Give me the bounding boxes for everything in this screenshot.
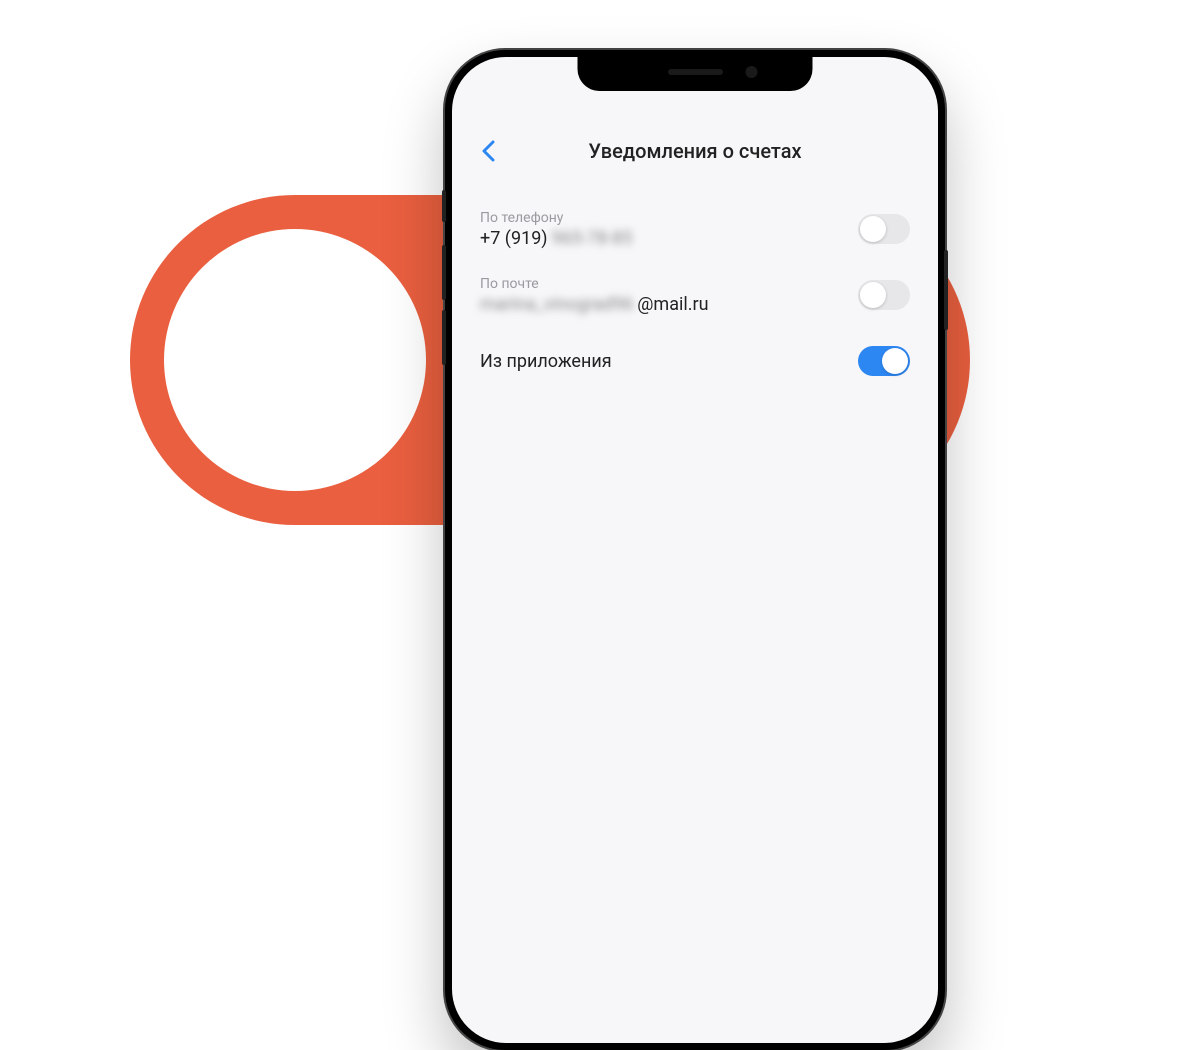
background-circle [164,229,426,491]
toggle-knob [882,348,908,374]
toggle-knob [860,216,886,242]
chevron-left-icon [481,140,495,162]
row-label: По телефону [480,210,858,226]
toggle-email[interactable] [858,280,910,310]
email-blurred: marina_vinograd96 [480,294,633,315]
row-app-notifications: Из приложения [480,341,910,381]
phone-notch [578,57,813,91]
row-phone-notifications: По телефону +7 (919) 965-78-85 [480,209,910,249]
row-label: По почте [480,276,858,292]
email-suffix: @mail.ru [637,294,708,315]
phone-blurred: 965-78-85 [552,228,633,249]
phone-button-power [944,250,948,330]
phone-button-mute [442,190,446,222]
toggle-phone[interactable] [858,214,910,244]
toggle-app[interactable] [858,346,910,376]
settings-list: По телефону +7 (919) 965-78-85 По почте [452,173,938,381]
phone-screen-container: Уведомления о счетах По телефону +7 (919… [452,57,938,1043]
phone-button-volume-down [442,310,446,365]
row-email-notifications: По почте marina_vinograd96@mail.ru [480,275,910,315]
phone-button-volume-up [442,245,446,300]
phone-prefix: +7 (919) [480,228,548,249]
row-label: Из приложения [480,351,858,372]
phone-frame: Уведомления о счетах По телефону +7 (919… [445,50,945,1050]
row-value: marina_vinograd96@mail.ru [480,294,858,315]
row-value: +7 (919) 965-78-85 [480,228,858,249]
page-title: Уведомления о счетах [588,139,801,163]
row-content: Из приложения [480,351,858,372]
nav-header: Уведомления о счетах [452,129,938,173]
row-content: По почте marina_vinograd96@mail.ru [480,276,858,315]
back-button[interactable] [476,139,500,163]
toggle-knob [860,282,886,308]
row-content: По телефону +7 (919) 965-78-85 [480,210,858,249]
app-screen: Уведомления о счетах По телефону +7 (919… [452,57,938,1043]
